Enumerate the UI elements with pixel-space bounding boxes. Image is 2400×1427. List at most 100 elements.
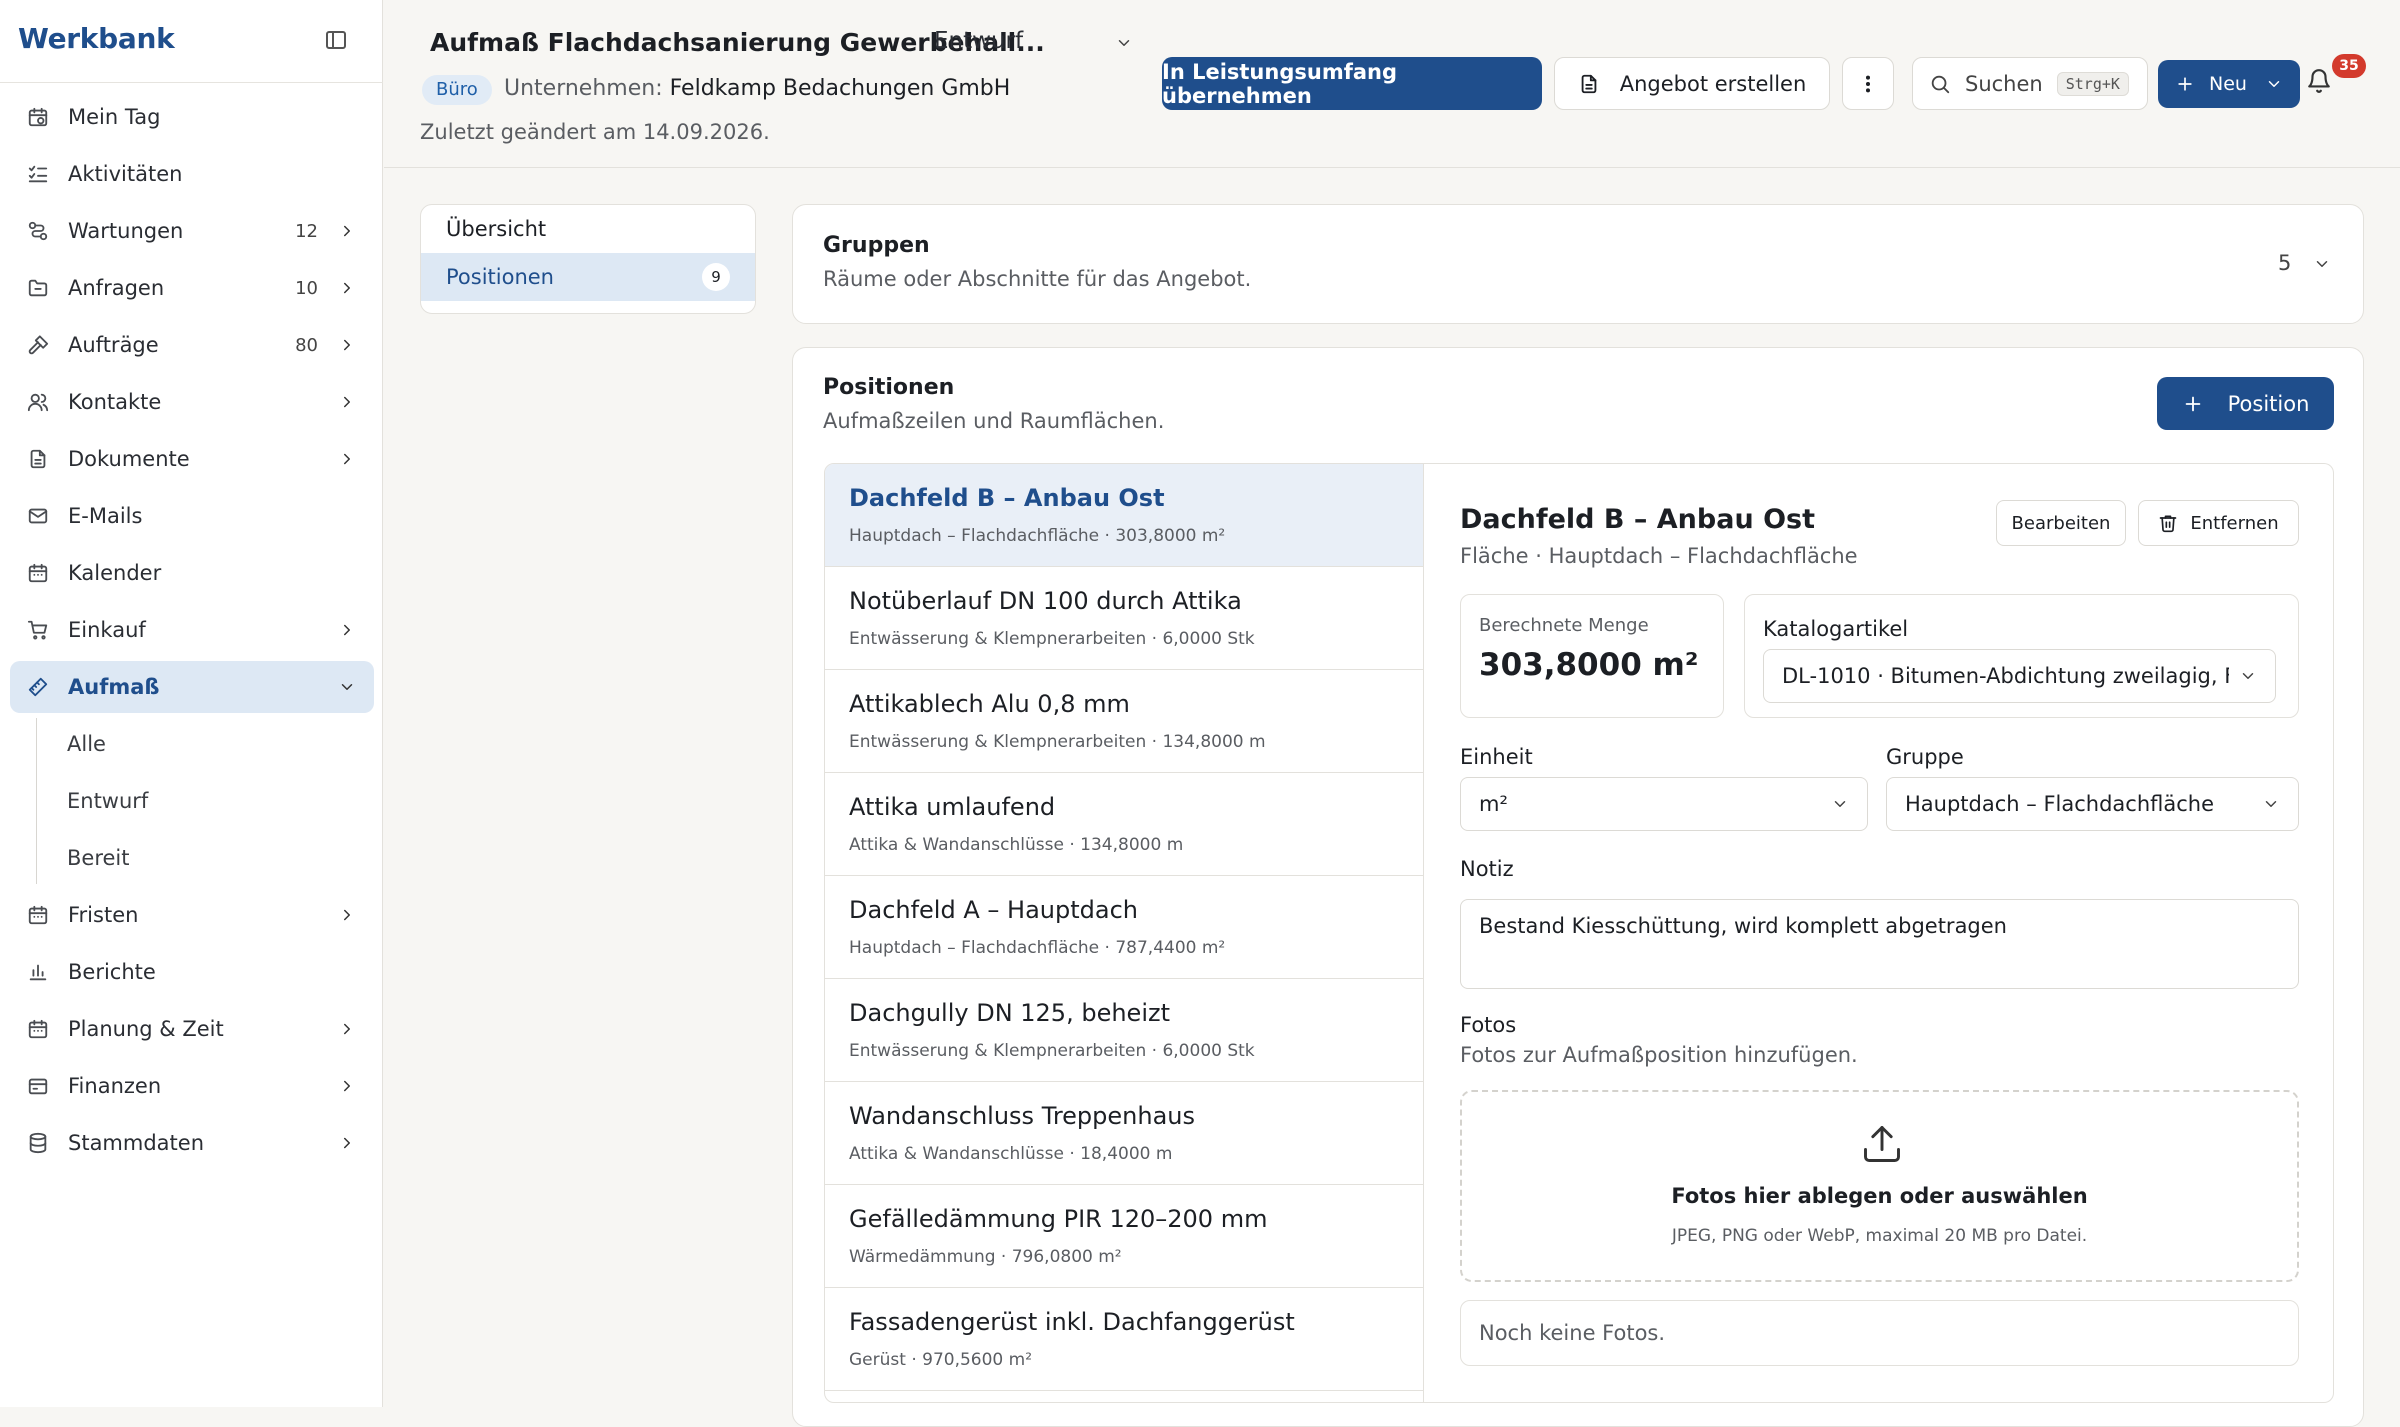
position-list-item[interactable]: Notüberlauf DN 100 durch Attika Entwässer… [825,567,1423,670]
position-detail: Dachfeld B – Anbau Ost Fläche · Hauptdac… [1424,463,2334,1403]
position-meta: Gerüst · 970,5600 m² [849,1350,1033,1370]
position-list-item[interactable]: Dachgully DN 125, beheizt Entwässerung & … [825,979,1423,1082]
mail-icon [27,505,49,527]
sidebar-item-label: Wartungen [68,219,184,243]
position-meta: Hauptdach – Flachdachfläche · 787,4400 m… [849,938,1226,958]
new-button[interactable]: Neu [2158,60,2300,108]
groups-card[interactable]: Gruppen Räume oder Abschnitte für das An… [792,204,2364,324]
more-menu-button[interactable] [1842,57,1894,110]
position-meta: Hauptdach – Flachdachfläche · 303,8000 m… [849,526,1226,546]
chevron-right-icon[interactable] [338,222,356,240]
new-label: Neu [2209,73,2247,95]
sidebar-item-einkauf[interactable]: Einkauf [10,604,374,656]
sidebar-item-label: Berichte [68,960,156,984]
sidebar-item-anfragen[interactable]: Anfragen 10 [10,262,374,314]
position-meta: Wärmedämmung · 796,0800 m² [849,1247,1122,1267]
tab-label: Übersicht [446,217,547,241]
sidebar-item-label: Planung & Zeit [68,1017,224,1041]
sidebar-subitem-alle[interactable]: Alle [37,718,374,770]
position-title: Dachgully DN 125, beheizt [849,999,1170,1027]
sidebar-item-planung-zeit[interactable]: Planung & Zeit [10,1003,374,1055]
sidebar-item-e-mails[interactable]: E-Mails [10,490,374,542]
position-title: Gefälledämmung PIR 120–200 mm [849,1205,1268,1233]
remove-label: Entfernen [2190,512,2279,534]
chevron-down-icon[interactable] [2313,255,2331,273]
chevron-down-icon [2265,75,2283,93]
sidebar-item-kontakte[interactable]: Kontakte [10,376,374,428]
photo-dropzone[interactable]: Fotos hier ablegen oder auswählen JPEG, … [1460,1090,2299,1282]
apply-scope-button[interactable]: In Leistungsumfang übernehmen [1162,57,1542,110]
groups-title: Gruppen [823,233,930,258]
sidebar-item-aufträge[interactable]: Aufträge 80 [10,319,374,371]
more-vertical-icon [1857,73,1879,95]
tab-positions[interactable]: Positionen 9 [421,253,755,301]
chevron-right-icon[interactable] [338,1020,356,1038]
photos-label: Fotos [1460,1013,1517,1037]
sidebar-toggle-icon[interactable] [324,28,348,52]
dropzone-title: Fotos hier ablegen oder auswählen [1671,1184,2088,1208]
chevron-right-icon[interactable] [338,336,356,354]
chevron-right-icon[interactable] [338,1134,356,1152]
position-title: Wandanschluss Treppenhaus [849,1102,1196,1130]
chevron-down-icon[interactable] [338,678,356,696]
position-list-item[interactable]: Attika umlaufend Attika & Wandanschlüsse … [825,773,1423,876]
sidebar-item-dokumente[interactable]: Dokumente [10,433,374,485]
edit-button[interactable]: Bearbeiten [1996,500,2126,546]
sidebar-item-wartungen[interactable]: Wartungen 12 [10,205,374,257]
note-textarea[interactable]: Bestand Kiesschüttung, wird komplett abg… [1460,899,2299,989]
chevron-right-icon[interactable] [338,1077,356,1095]
sidebar-item-stammdaten[interactable]: Stammdaten [10,1117,374,1169]
position-list: Dachfeld B – Anbau Ost Hauptdach – Flachd… [824,463,1424,1403]
sidebar-item-count: 10 [295,277,318,299]
tab-overview[interactable]: Übersicht [421,205,755,253]
bell-icon[interactable] [2306,68,2332,94]
section-tabs: Übersicht Positionen 9 [420,204,756,314]
position-list-item[interactable]: Fassadengerüst inkl. Dachfanggerüst Gerüs… [825,1288,1423,1391]
chevron-right-icon[interactable] [338,450,356,468]
detail-title: Dachfeld B – Anbau Ost [1460,504,1815,535]
quantity-box: Berechnete Menge 303,8000 m² [1460,594,1724,718]
group-select[interactable]: Hauptdach – Flachdachfläche [1886,777,2299,831]
sidebar-item-mein-tag[interactable]: Mein Tag [10,91,374,143]
sidebar-item-berichte[interactable]: Berichte [10,946,374,998]
chevron-down-icon[interactable] [1115,34,1133,52]
chevron-right-icon[interactable] [338,621,356,639]
company-label: Unternehmen: [504,76,663,101]
position-list-item[interactable]: Dachfeld B – Anbau Ost Hauptdach – Flachd… [825,464,1423,567]
chevron-right-icon[interactable] [338,393,356,411]
tab-label: Positionen [446,265,554,289]
sidebar-subitem-bereit[interactable]: Bereit [37,832,374,884]
cart-icon [27,619,49,641]
position-list-item[interactable]: Attikablech Alu 0,8 mm Entwässerung & Kle… [825,670,1423,773]
remove-button[interactable]: Entfernen [2138,500,2299,546]
sidebar-item-aufmaß[interactable]: Aufmaß [10,661,374,713]
position-list-item[interactable]: Gefälledämmung PIR 120–200 mm Wärmedämmun… [825,1185,1423,1288]
position-list-item[interactable]: Wandanschluss Treppenhaus Attika & Wandan… [825,1082,1423,1185]
search-button[interactable]: Suchen Strg+K [1912,57,2148,110]
unit-select[interactable]: m² [1460,777,1868,831]
add-position-button[interactable]: Position [2157,377,2334,430]
company-name[interactable]: Feldkamp Bedachungen GmbH [670,76,1011,101]
users-icon [27,391,49,413]
upload-icon [1860,1122,1904,1166]
create-offer-button[interactable]: Angebot erstellen [1554,57,1830,110]
brand-logo[interactable]: Werkbank [18,22,175,55]
sidebar-item-fristen[interactable]: Fristen [10,889,374,941]
sidebar-subitem-entwurf[interactable]: Entwurf [37,775,374,827]
sidebar-item-finanzen[interactable]: Finanzen [10,1060,374,1112]
sidebar-item-aktivitäten[interactable]: Aktivitäten [10,148,374,200]
status-select[interactable]: Entwurf [934,28,1023,54]
sidebar-item-kalender[interactable]: Kalender [10,547,374,599]
position-list-item[interactable]: Dachfeld A – Hauptdach Hauptdach – Flachd… [825,876,1423,979]
notification-badge: 35 [2332,54,2366,78]
apply-scope-label: In Leistungsumfang übernehmen [1162,59,1397,108]
chevron-right-icon[interactable] [338,906,356,924]
chevron-right-icon[interactable] [338,279,356,297]
note-label: Notiz [1460,857,1514,881]
sidebar-item-count: 80 [295,334,318,356]
sidebar-item-label: Mein Tag [68,105,161,129]
search-shortcut: Strg+K [2056,71,2129,96]
chevron-down-icon [2262,795,2280,813]
hammer-icon [27,334,49,356]
catalog-select[interactable]: DL-1010 · Bitumen-Abdichtung zweilagig, … [1763,649,2276,703]
